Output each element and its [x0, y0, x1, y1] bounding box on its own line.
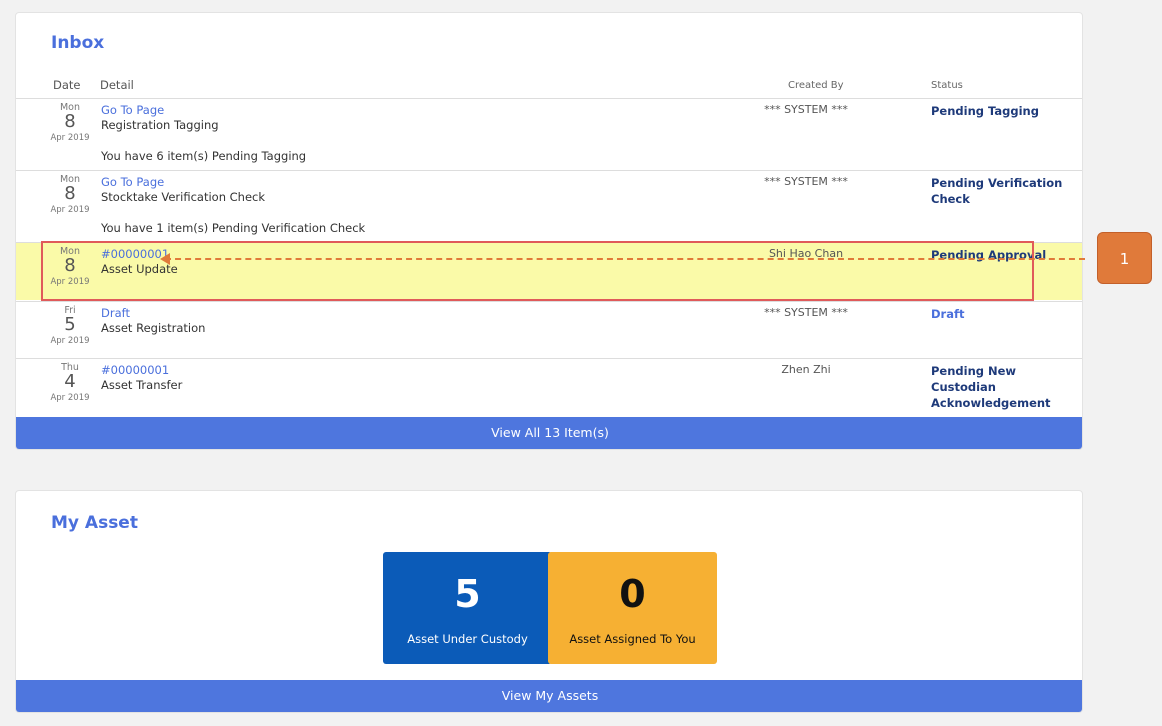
callout-badge: 1 — [1097, 232, 1152, 284]
row-message: You have 6 item(s) Pending Tagging — [101, 149, 307, 163]
draft-link[interactable]: Draft — [101, 306, 130, 320]
column-detail: Detail — [100, 78, 134, 92]
inbox-row[interactable]: Fri 5 Apr 2019 Draft Asset Registration … — [16, 301, 1082, 358]
row-status: Pending Verification Check — [931, 176, 1063, 206]
column-created-by: Created By — [788, 80, 844, 91]
tile-count: 5 — [454, 572, 481, 616]
column-status: Status — [931, 80, 963, 91]
row-month-year: Apr 2019 — [50, 336, 90, 346]
row-title: Asset Transfer — [101, 378, 183, 392]
row-month-year: Apr 2019 — [50, 393, 90, 403]
row-title: Registration Tagging — [101, 118, 219, 132]
tile-label: Asset Under Custody — [407, 632, 528, 646]
inbox-row[interactable]: Mon 8 Apr 2019 Go To Page Stocktake Veri… — [16, 170, 1082, 242]
arrow-head-icon — [160, 253, 170, 265]
asset-under-custody-tile[interactable]: 5 Asset Under Custody — [383, 552, 552, 664]
row-day: 8 — [64, 111, 76, 132]
row-created-by: *** SYSTEM *** — [764, 103, 848, 116]
row-month-year: Apr 2019 — [50, 205, 90, 215]
tile-label: Asset Assigned To You — [569, 632, 696, 646]
asset-assigned-tile[interactable]: 0 Asset Assigned To You — [548, 552, 717, 664]
inbox-row[interactable]: Thu 4 Apr 2019 #00000001 Asset Transfer … — [16, 358, 1082, 417]
tile-count: 0 — [619, 572, 646, 616]
inbox-row[interactable]: Mon 8 Apr 2019 Go To Page Registration T… — [16, 98, 1082, 169]
row-message: You have 1 item(s) Pending Verification … — [101, 221, 366, 235]
highlight-box — [41, 241, 1034, 301]
view-my-assets-button[interactable]: View My Assets — [16, 680, 1082, 712]
row-status: Pending Tagging — [931, 104, 1039, 118]
column-date: Date — [53, 78, 81, 92]
row-status: Draft — [931, 307, 965, 321]
row-day: 5 — [64, 314, 76, 335]
row-created-by: *** SYSTEM *** — [764, 175, 848, 188]
go-to-page-link[interactable]: Go To Page — [101, 103, 164, 117]
view-all-items-button[interactable]: View All 13 Item(s) — [16, 417, 1082, 449]
callout-dashed-arrow — [165, 258, 1085, 260]
row-title: Asset Registration — [101, 321, 206, 335]
inbox-title: Inbox — [51, 33, 105, 53]
row-status: Pending New Custodian Acknowledgement — [931, 364, 1051, 410]
my-asset-card: My Asset 5 Asset Under Custody 0 Asset A… — [15, 490, 1083, 713]
row-day: 4 — [64, 371, 76, 392]
row-title: Stocktake Verification Check — [101, 190, 266, 204]
row-created-by: Zhen Zhi — [781, 363, 831, 376]
go-to-page-link[interactable]: Go To Page — [101, 175, 164, 189]
row-month-year: Apr 2019 — [50, 133, 90, 143]
row-created-by: *** SYSTEM *** — [764, 306, 848, 319]
row-day: 8 — [64, 183, 76, 204]
my-asset-title: My Asset — [51, 513, 138, 533]
inbox-card: Inbox Date Detail Created By Status Mon … — [15, 12, 1083, 450]
document-number-link[interactable]: #00000001 — [101, 363, 169, 377]
